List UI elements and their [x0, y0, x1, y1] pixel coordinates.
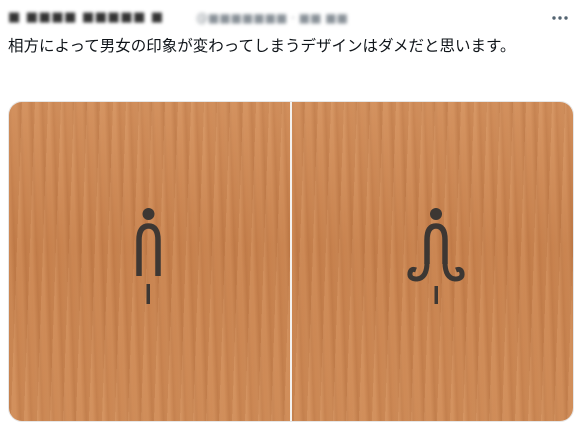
tweet-media[interactable] — [8, 101, 574, 422]
restroom-sign-b-icon — [407, 208, 465, 304]
more-horizontal-icon — [552, 16, 568, 20]
author-handle[interactable]: @■■■■■■■ · ■■ ■■ — [196, 11, 348, 25]
author-name[interactable]: ■ ■■■■ ■■■■■ ■ — [8, 10, 164, 25]
tweet: ■ ■■■■ ■■■■■ ■ @■■■■■■■ · ■■ ■■ 相方によって男女… — [0, 0, 588, 430]
media-photo-left[interactable] — [9, 102, 290, 421]
tweet-text: 相方によって男女の印象が変わってしまうデザインはダメだと思います。 — [8, 37, 516, 55]
tweet-header: ■ ■■■■ ■■■■■ ■ @■■■■■■■ · ■■ ■■ — [8, 7, 580, 29]
restroom-sign-a-icon — [136, 208, 161, 304]
more-icon[interactable] — [548, 7, 572, 29]
media-photo-right[interactable] — [292, 102, 573, 421]
